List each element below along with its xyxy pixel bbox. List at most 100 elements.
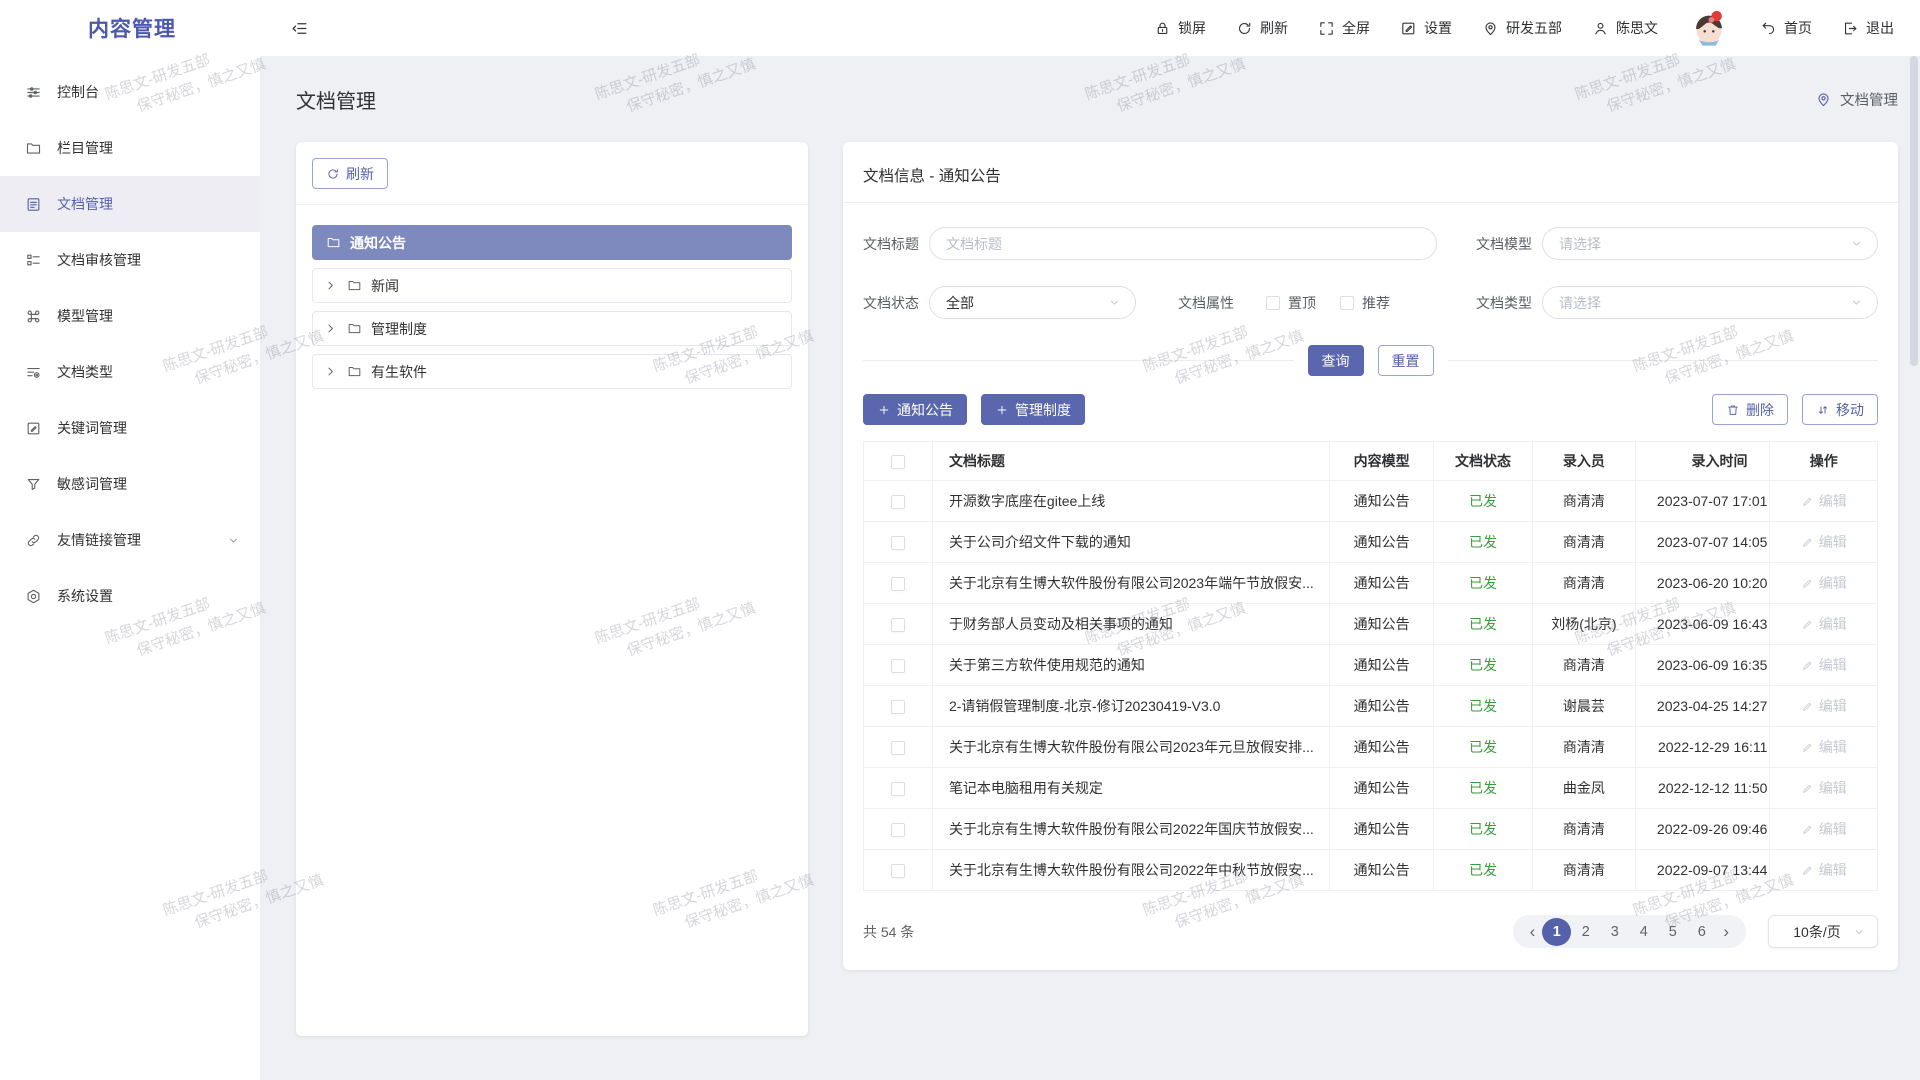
- edit-button[interactable]: 编辑: [1801, 778, 1847, 798]
- move-button[interactable]: 移动: [1802, 394, 1878, 425]
- add-notice-button[interactable]: 通知公告: [863, 394, 967, 425]
- header-action-logout[interactable]: 退出: [1842, 18, 1894, 38]
- page-size-value: 10条/页: [1781, 922, 1853, 942]
- sidebar-item-command[interactable]: 模型管理: [0, 288, 260, 344]
- header-action-fullscreen[interactable]: 全屏: [1318, 18, 1370, 38]
- collapse-sidebar-button[interactable]: [290, 19, 309, 38]
- doc-model-select[interactable]: 请选择: [1542, 227, 1878, 260]
- row-checkbox[interactable]: [891, 823, 905, 837]
- pagination-page-3[interactable]: 3: [1600, 918, 1629, 946]
- folder-icon: [347, 278, 362, 293]
- row-checkbox[interactable]: [891, 782, 905, 796]
- sidebar-item-sliders[interactable]: 控制台: [0, 64, 260, 120]
- scrollbar-thumb[interactable]: [1910, 56, 1918, 366]
- edit-button[interactable]: 编辑: [1801, 737, 1847, 757]
- user-icon: [1592, 20, 1609, 37]
- tree-item[interactable]: 新闻: [312, 268, 792, 303]
- chevron-right-icon: [323, 364, 338, 379]
- checkbox-pin-top[interactable]: 置顶: [1266, 293, 1316, 313]
- sidebar-item-document[interactable]: 文档管理: [0, 176, 260, 232]
- header-action-home[interactable]: 首页: [1760, 18, 1812, 38]
- row-select-cell: [864, 768, 933, 809]
- pagination-page-2[interactable]: 2: [1571, 918, 1600, 946]
- pagination-page-4[interactable]: 4: [1629, 918, 1658, 946]
- header-action-label: 陈思文: [1616, 18, 1658, 38]
- edit-button[interactable]: 编辑: [1801, 860, 1847, 880]
- checkbox-recommend[interactable]: 推荐: [1340, 293, 1390, 313]
- tree-item-label: 通知公告: [350, 233, 406, 253]
- row-checkbox[interactable]: [891, 495, 905, 509]
- sidebar-item-folder[interactable]: 栏目管理: [0, 120, 260, 176]
- table-toolbar: 通知公告 管理制度 删除 移动: [863, 394, 1878, 425]
- sidebar-item-list-gear[interactable]: 文档类型: [0, 344, 260, 400]
- column-header: 内容模型: [1330, 442, 1433, 481]
- doc-status-value: 全部: [946, 293, 1108, 313]
- select-all-checkbox[interactable]: [891, 455, 905, 469]
- divider: [863, 360, 1294, 361]
- doc-creator-cell: 商清清: [1533, 809, 1635, 850]
- header-action-edit-square[interactable]: 设置: [1400, 18, 1452, 38]
- tree-item[interactable]: 管理制度: [312, 311, 792, 346]
- row-checkbox[interactable]: [891, 741, 905, 755]
- delete-button[interactable]: 删除: [1712, 394, 1788, 425]
- search-button[interactable]: 查询: [1308, 345, 1364, 376]
- add-rule-button[interactable]: 管理制度: [981, 394, 1085, 425]
- edit-button[interactable]: 编辑: [1801, 819, 1847, 839]
- funnel-icon: [25, 476, 42, 493]
- row-checkbox[interactable]: [891, 577, 905, 591]
- page-size-select[interactable]: 10条/页: [1768, 915, 1878, 948]
- row-checkbox[interactable]: [891, 864, 905, 878]
- header-action-refresh[interactable]: 刷新: [1236, 18, 1288, 38]
- edit-button[interactable]: 编辑: [1801, 573, 1847, 593]
- checkbox-box: [1266, 296, 1280, 310]
- edit-button[interactable]: 编辑: [1801, 696, 1847, 716]
- sidebar-item-gear[interactable]: 系统设置: [0, 568, 260, 624]
- doc-title-input[interactable]: [929, 227, 1437, 260]
- doc-status-select[interactable]: 全部: [929, 286, 1136, 319]
- pagination-page-6[interactable]: 6: [1687, 918, 1716, 946]
- edit-button[interactable]: 编辑: [1801, 491, 1847, 511]
- doc-status-cell: 已发: [1433, 563, 1532, 604]
- user-avatar[interactable]: [1688, 7, 1730, 49]
- row-checkbox[interactable]: [891, 618, 905, 632]
- document-icon: [25, 196, 42, 213]
- doc-model-cell: 通知公告: [1330, 850, 1433, 891]
- sidebar-item-label: 系统设置: [57, 586, 113, 606]
- table-row: 开源数字底座在gitee上线通知公告已发商清清2023-07-07 17:01编…: [864, 481, 1878, 522]
- plus-icon: [995, 403, 1009, 417]
- sidebar-item-checklist[interactable]: 文档审核管理: [0, 232, 260, 288]
- pagination-next-button[interactable]: ›: [1716, 923, 1736, 940]
- tree-item[interactable]: 有生软件: [312, 354, 792, 389]
- header-action-pin[interactable]: 研发五部: [1482, 18, 1562, 38]
- edit-button-label: 编辑: [1819, 532, 1847, 552]
- sidebar-item-funnel[interactable]: 敏感词管理: [0, 456, 260, 512]
- doc-time-cell: 2023-04-25 14:27: [1635, 686, 1770, 727]
- tree-refresh-button[interactable]: 刷新: [312, 158, 388, 189]
- app-logo: 内容管理: [0, 13, 260, 43]
- add-rule-label: 管理制度: [1015, 400, 1071, 420]
- row-checkbox[interactable]: [891, 536, 905, 550]
- tree-item-selected[interactable]: 通知公告: [312, 225, 792, 260]
- sidebar-item-link[interactable]: 友情链接管理: [0, 512, 260, 568]
- pencil-icon: [1801, 823, 1814, 836]
- sidebar-item-label: 文档审核管理: [57, 250, 141, 270]
- sidebar-item-note-edit[interactable]: 关键词管理: [0, 400, 260, 456]
- edit-button[interactable]: 编辑: [1801, 532, 1847, 552]
- table-row: 关于北京有生博大软件股份有限公司2022年国庆节放假安...通知公告已发商清清2…: [864, 809, 1878, 850]
- pagination-prev-button[interactable]: ‹: [1523, 923, 1543, 940]
- breadcrumb-label: 文档管理: [1840, 89, 1898, 110]
- row-checkbox[interactable]: [891, 700, 905, 714]
- doc-type-select[interactable]: 请选择: [1542, 286, 1878, 319]
- doc-status-filter-label: 文档状态: [863, 293, 921, 313]
- edit-button[interactable]: 编辑: [1801, 614, 1847, 634]
- header-action-user[interactable]: 陈思文: [1592, 18, 1658, 38]
- pencil-icon: [1801, 536, 1814, 549]
- reset-button[interactable]: 重置: [1378, 345, 1434, 376]
- doc-title-cell: 关于北京有生博大软件股份有限公司2022年中秋节放假安...: [932, 850, 1329, 891]
- pagination-page-1[interactable]: 1: [1542, 918, 1571, 946]
- edit-button[interactable]: 编辑: [1801, 655, 1847, 675]
- row-select-cell: [864, 481, 933, 522]
- header-action-lock[interactable]: 锁屏: [1154, 18, 1206, 38]
- pagination-page-5[interactable]: 5: [1658, 918, 1687, 946]
- row-checkbox[interactable]: [891, 659, 905, 673]
